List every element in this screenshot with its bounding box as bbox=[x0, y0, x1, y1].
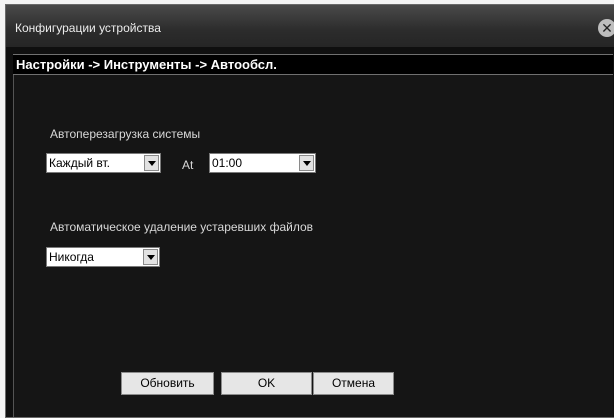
reboot-time-value: 01:00 bbox=[212, 156, 243, 170]
cancel-button[interactable]: Отмена bbox=[313, 372, 394, 395]
ok-button[interactable]: OK bbox=[221, 372, 312, 395]
window-title: Конфигурации устройства bbox=[15, 21, 161, 35]
auto-delete-select[interactable]: Никогда bbox=[46, 247, 160, 267]
breadcrumb: Настройки -> Инструменты -> Автообсл. bbox=[13, 54, 613, 75]
auto-delete-value: Никогда bbox=[49, 250, 94, 264]
auto-reboot-label: Автоперезагрузка системы bbox=[50, 127, 201, 141]
chevron-down-icon[interactable] bbox=[144, 155, 159, 171]
reboot-time-select[interactable]: 01:00 bbox=[209, 153, 316, 173]
reboot-day-select[interactable]: Каждый вт. bbox=[46, 153, 161, 173]
reboot-day-value: Каждый вт. bbox=[49, 156, 110, 170]
refresh-button[interactable]: Обновить bbox=[121, 372, 214, 395]
title-bar: Конфигурации устройства bbox=[6, 5, 614, 47]
chevron-down-icon[interactable] bbox=[299, 155, 314, 171]
auto-delete-label: Автоматическое удаление устаревших файло… bbox=[50, 220, 314, 234]
breadcrumb-text: Настройки -> Инструменты -> Автообсл. bbox=[16, 57, 277, 72]
device-config-window: Конфигурации устройства Настройки -> Инс… bbox=[5, 4, 614, 418]
chevron-down-icon[interactable] bbox=[143, 249, 158, 265]
at-label: At bbox=[182, 158, 194, 172]
close-icon[interactable]: ✕ bbox=[598, 19, 614, 37]
